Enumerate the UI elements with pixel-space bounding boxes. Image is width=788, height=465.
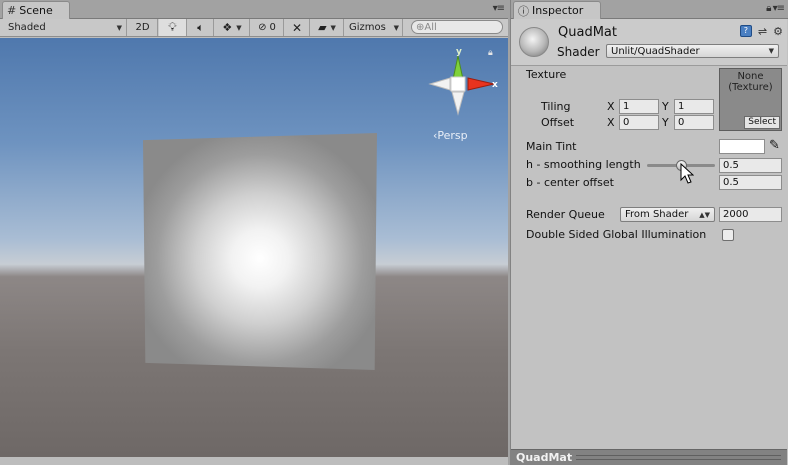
inspector-menu-icon[interactable]: 🔒︎ ▾≡: [766, 3, 785, 14]
chevron-down-icon: ▼: [116, 23, 122, 32]
camera-dropdown[interactable]: ▰ ▼: [311, 19, 344, 36]
shader-value: Unlit/QuadShader: [611, 45, 700, 57]
gizmo-cones: [428, 55, 495, 116]
header-icons: ? ⇌ ⚙: [739, 25, 783, 38]
projection-label: ‹Persp: [433, 129, 468, 142]
tiling-x-field[interactable]: 1: [619, 99, 659, 114]
material-preview-icon: [519, 27, 549, 57]
dsgi-label: Double Sided Global Illumination: [526, 228, 707, 241]
hidden-objects-toggle[interactable]: ⊘ 0: [251, 19, 284, 36]
toggle-2d-button[interactable]: 2D: [128, 19, 158, 36]
smoothing-field[interactable]: 0.5: [719, 158, 782, 173]
texture-select-button[interactable]: Select: [744, 116, 780, 129]
offset-x-label: X: [607, 116, 615, 129]
render-queue-label: Render Queue: [526, 208, 605, 221]
offset-x-field[interactable]: 0: [619, 115, 659, 130]
projection-toggle[interactable]: ‹Persp: [433, 129, 468, 142]
tiling-x-label: X: [607, 100, 615, 113]
gizmo-x-label: x: [492, 80, 498, 90]
camera-icon: ▰: [318, 21, 327, 34]
audio-toggle-button[interactable]: 🔈︎: [188, 19, 214, 36]
effects-dropdown[interactable]: ❖ ▼: [215, 19, 250, 36]
center-offset-field[interactable]: 0.5: [719, 175, 782, 190]
gizmo-y-label: y: [456, 47, 462, 57]
chevron-down-icon: ▲▼: [699, 210, 710, 219]
offset-label: Offset: [541, 116, 575, 129]
material-header: QuadMat Shader Unlit/QuadShader ▼ ? ⇌ ⚙: [511, 19, 787, 66]
render-queue-dropdown[interactable]: From Shader ▲▼: [620, 207, 715, 222]
center-offset-label: b - center offset: [526, 176, 614, 189]
dsgi-checkbox[interactable]: [722, 229, 734, 241]
inspector-panel: ⓘ Inspector 🔒︎ ▾≡ QuadMat Shader Unlit/Q…: [510, 0, 788, 465]
render-queue-field[interactable]: 2000: [719, 207, 782, 222]
search-placeholder: ⊕All: [416, 21, 437, 33]
render-queue-mode: From Shader: [625, 209, 689, 220]
shading-mode-dropdown[interactable]: Shaded ▼: [0, 19, 127, 36]
toggle-2d-label: 2D: [135, 22, 150, 33]
main-tint-swatch[interactable]: [719, 139, 765, 154]
quad-object[interactable]: [143, 133, 377, 370]
chevron-down-icon: ▼: [236, 23, 242, 32]
tiling-label: Tiling: [541, 100, 571, 113]
preview-footer[interactable]: QuadMat: [511, 449, 787, 465]
main-tint-label: Main Tint: [526, 140, 577, 153]
offset-y-label: Y: [662, 116, 669, 129]
eye-slash-icon: ⊘: [258, 22, 267, 33]
effects-icon: ❖: [222, 21, 233, 34]
tab-inspector[interactable]: ⓘ Inspector: [513, 1, 601, 19]
texture-slot-text: None (Texture): [728, 71, 773, 93]
gizmos-label: Gizmos: [349, 22, 386, 33]
smoothing-label: h - smoothing length: [526, 158, 641, 171]
grid-icon: #: [7, 4, 17, 17]
scene-panel: # Scene ▾≡ Shaded ▼ 2D 💡︎ 🔈︎ ❖ ▼ ⊘ 0 ✕ ▰…: [0, 0, 508, 465]
wrench-icon: ✕: [291, 20, 303, 35]
hidden-count: 0: [269, 22, 276, 33]
texture-slot[interactable]: None (Texture) Select: [719, 68, 782, 131]
tiling-y-field[interactable]: 1: [674, 99, 714, 114]
footer-material-name: QuadMat: [516, 451, 573, 464]
shader-label: Shader: [557, 45, 600, 59]
sliders-icon[interactable]: ⇌: [758, 25, 767, 38]
shading-mode-label: Shaded: [8, 22, 46, 33]
scene-toolbar: Shaded ▼ 2D 💡︎ 🔈︎ ❖ ▼ ⊘ 0 ✕ ▰ ▼ Gizmos ▼: [0, 19, 508, 37]
tab-scene[interactable]: # Scene: [2, 1, 70, 19]
chevron-down-icon: ▼: [330, 23, 336, 32]
gear-icon[interactable]: ⚙: [773, 25, 783, 38]
lightbulb-icon: 💡︎: [168, 20, 177, 34]
help-book-icon[interactable]: ?: [739, 25, 752, 37]
tiling-y-label: Y: [662, 100, 669, 113]
lighting-toggle-button[interactable]: 💡︎: [159, 19, 187, 36]
tab-menu-icon[interactable]: ▾≡: [493, 3, 505, 14]
scene-viewport[interactable]: 🔒︎ y x ‹Persp: [0, 38, 508, 457]
tab-inspector-label: Inspector: [532, 4, 584, 17]
gizmos-dropdown[interactable]: Gizmos ▼: [345, 19, 403, 36]
orientation-gizmo[interactable]: y x: [428, 46, 500, 126]
scene-tabbar: # Scene ▾≡: [0, 0, 508, 19]
tab-scene-label: Scene: [19, 4, 53, 17]
material-name: QuadMat: [558, 25, 617, 40]
eyedropper-icon[interactable]: ✎: [769, 138, 780, 153]
shader-dropdown[interactable]: Unlit/QuadShader ▼: [606, 44, 779, 58]
offset-y-field[interactable]: 0: [674, 115, 714, 130]
texture-label: Texture: [526, 68, 567, 81]
chevron-down-icon: ▼: [768, 47, 774, 55]
tools-button[interactable]: ✕: [285, 19, 310, 36]
info-icon: ⓘ: [518, 4, 529, 18]
scene-search-input[interactable]: ⊕All: [411, 20, 503, 34]
chevron-down-icon: ▼: [393, 23, 399, 32]
inspector-tabbar: ⓘ Inspector 🔒︎ ▾≡: [511, 0, 788, 19]
speaker-icon: 🔈︎: [197, 20, 204, 34]
mouse-cursor-icon: [680, 163, 694, 184]
drag-grip[interactable]: [576, 455, 781, 460]
